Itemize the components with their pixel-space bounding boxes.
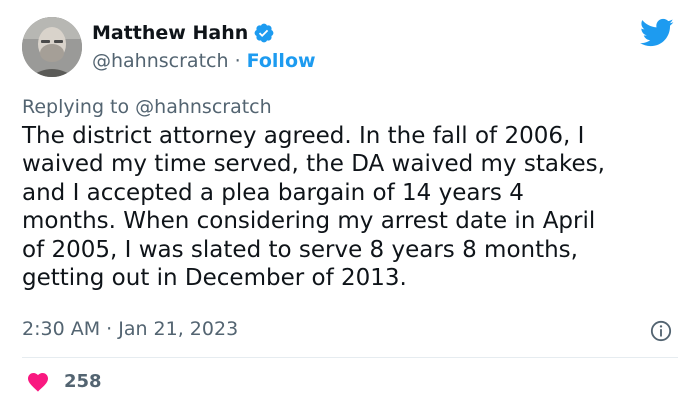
avatar[interactable] [22, 17, 82, 77]
follow-button[interactable]: Follow [247, 50, 316, 72]
heart-icon[interactable] [26, 370, 50, 392]
author-handle[interactable]: @hahnscratch [92, 50, 229, 72]
tweet-text-line: getting out in December of 2013. [22, 265, 407, 292]
separator-dot: · [234, 50, 241, 72]
tweet-text: The district attorney agreed. In the fal… [22, 122, 682, 292]
like-action[interactable]: 258 [26, 370, 102, 392]
tweet-text-line: and I accepted a plea bargain of 14 year… [22, 179, 524, 206]
tweet-text-line: of 2005, I was slated to serve 8 years 8… [22, 236, 578, 263]
tweet-timestamp[interactable]: 2:30 AM · Jan 21, 2023 [22, 318, 238, 340]
info-icon[interactable] [650, 320, 672, 342]
handle-row: @hahnscratch · Follow [92, 50, 316, 72]
author-name[interactable]: Matthew Hahn [92, 22, 248, 44]
tweet-text-line: The district attorney agreed. In the fal… [22, 123, 585, 149]
tweet-text-line: months. When considering my arrest date … [22, 208, 596, 235]
replying-to-label: Replying to @hahnscratch [22, 96, 272, 118]
author-name-row[interactable]: Matthew Hahn [92, 22, 275, 44]
like-count: 258 [64, 370, 102, 392]
verified-badge-icon [254, 23, 274, 43]
divider [22, 357, 678, 358]
tweet-text-line: waived my time served, the DA waived my … [22, 151, 605, 178]
twitter-bird-icon[interactable] [640, 18, 674, 48]
